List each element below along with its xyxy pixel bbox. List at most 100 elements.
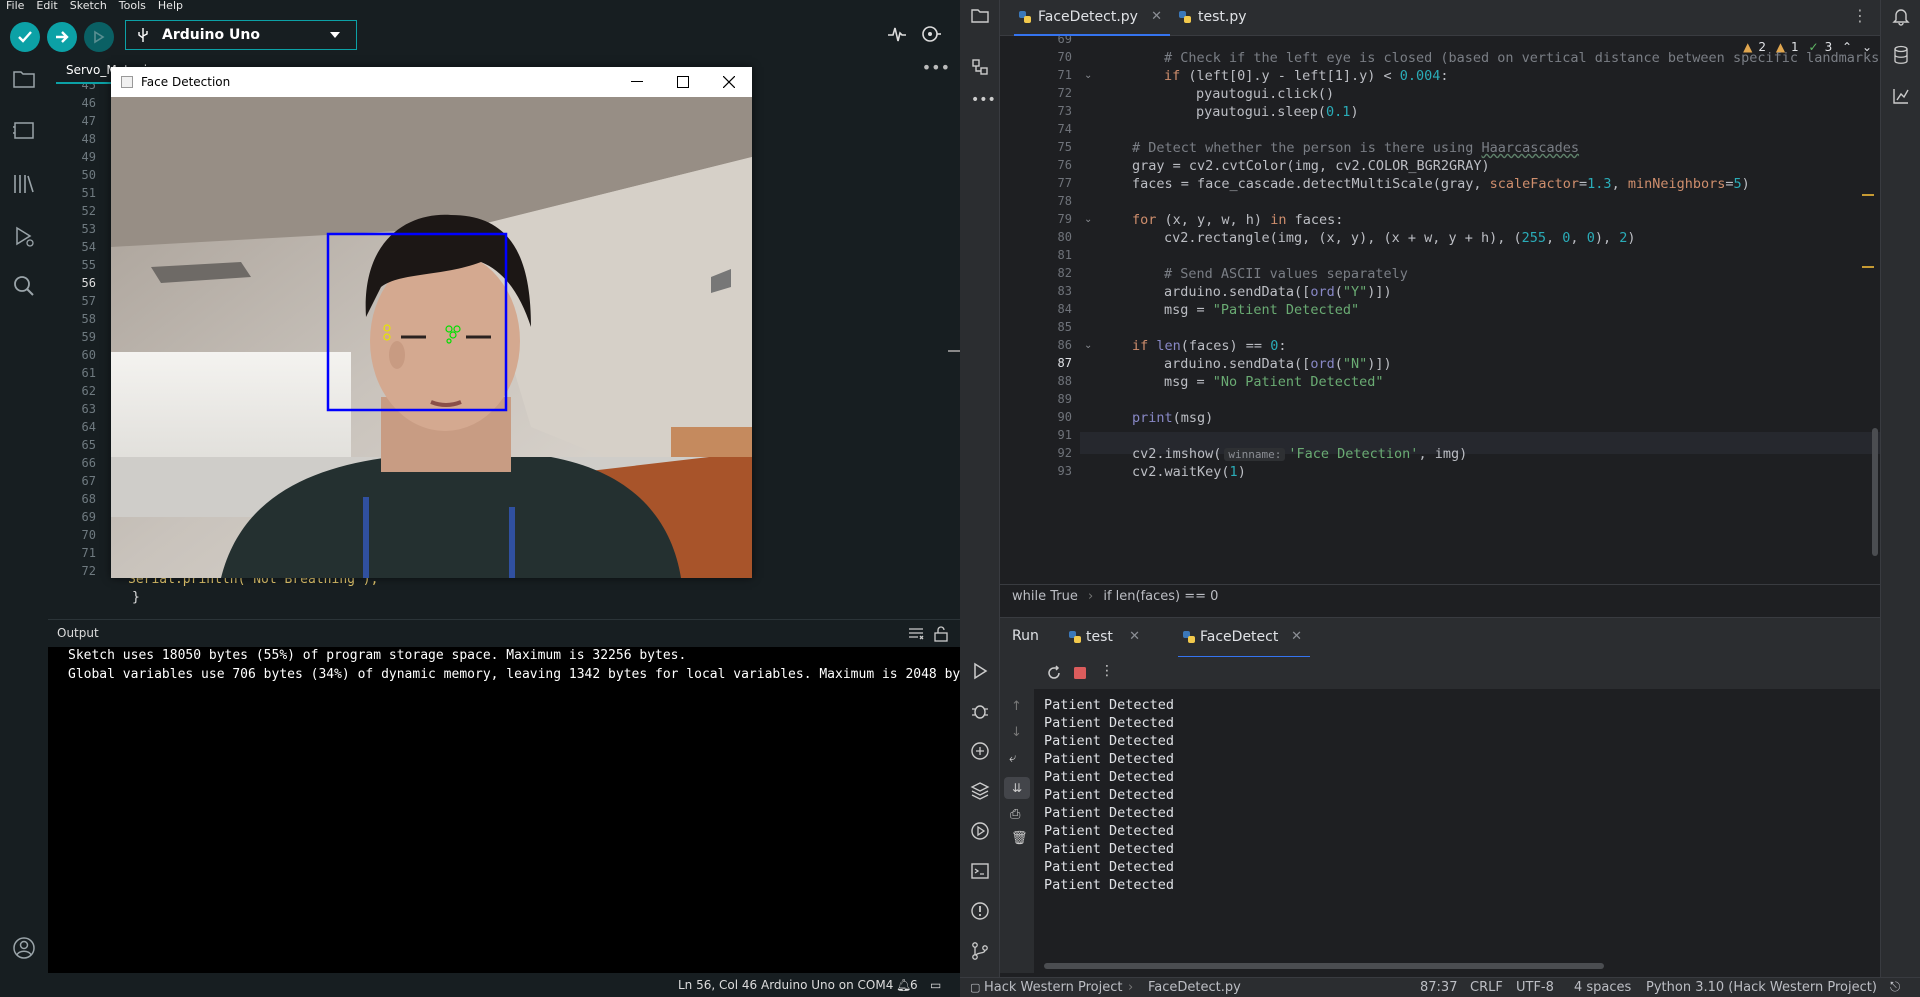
stop-icon[interactable] xyxy=(1072,665,1088,681)
warning-stripe[interactable] xyxy=(1862,266,1874,268)
print-icon[interactable]: ⎙ xyxy=(1010,807,1020,822)
database-icon[interactable] xyxy=(1891,45,1911,65)
close-tab-icon[interactable]: ✕ xyxy=(1291,618,1302,656)
code-token: (faces) == xyxy=(1180,338,1271,354)
menu-sketch[interactable]: Sketch xyxy=(70,0,107,11)
upload-button[interactable] xyxy=(47,22,77,52)
arduino-sidebar xyxy=(0,56,48,997)
status-indent[interactable]: 4 spaces xyxy=(1574,978,1631,997)
close-icon xyxy=(723,76,735,88)
cursor-position[interactable]: Ln 56, Col 46 xyxy=(678,973,757,997)
serial-plotter-icon[interactable] xyxy=(887,24,907,44)
editor-scrollbar[interactable] xyxy=(948,350,960,352)
maximize-button[interactable] xyxy=(660,67,706,97)
trash-icon[interactable]: 🗑︎ xyxy=(1011,831,1028,846)
code-token: minNeighbors xyxy=(1627,176,1726,192)
lock-icon[interactable] xyxy=(934,626,948,642)
notifications-icon[interactable]: 🔔︎ xyxy=(896,973,911,997)
problems-icon[interactable] xyxy=(970,901,990,921)
line-number: 63 xyxy=(81,402,96,416)
menu-tools[interactable]: Tools xyxy=(119,0,146,11)
run-side-toolbar: ↑ ↓ ⤶ ⇊ ⎙ 🗑︎ xyxy=(1000,689,1034,973)
more-icon[interactable]: ••• xyxy=(922,58,950,77)
code-token: gray = cv2.cvtColor(img, cv2.COLOR_BGR2G… xyxy=(1132,158,1490,174)
status-encoding[interactable]: UTF-8 xyxy=(1516,978,1554,997)
code-line-90: print(msg) xyxy=(1132,410,1213,426)
project-icon: ▢ xyxy=(970,981,981,994)
account-icon[interactable] xyxy=(12,936,36,960)
serial-monitor-icon[interactable] xyxy=(920,24,942,44)
arrow-down-icon[interactable]: ↓ xyxy=(1011,725,1022,740)
code-token: : xyxy=(1278,338,1287,354)
warning-stripe[interactable] xyxy=(1862,194,1874,196)
breadcrumb-item[interactable]: if len(faces) == 0 xyxy=(1103,589,1218,604)
scientific-mode-icon[interactable] xyxy=(1891,86,1911,106)
output-console[interactable]: Sketch uses 18050 bytes (55%) of program… xyxy=(48,647,960,973)
window-titlebar[interactable]: Face Detection xyxy=(111,67,752,97)
arrow-up-icon[interactable]: ↑ xyxy=(1011,699,1022,714)
rerun-icon[interactable] xyxy=(1046,665,1062,681)
breadcrumb-item[interactable]: while True xyxy=(1012,589,1078,604)
run-tab-facedetect[interactable]: FaceDetect ✕ xyxy=(1178,618,1310,658)
code-line-72: pyautogui.click() xyxy=(1196,86,1334,102)
fold-icon[interactable]: ⌄ xyxy=(1084,214,1092,225)
more-options-icon[interactable]: ⋮ xyxy=(1100,663,1114,679)
structure-icon[interactable] xyxy=(970,57,990,77)
search-icon[interactable] xyxy=(12,274,36,298)
close-tab-icon[interactable]: ✕ xyxy=(1151,0,1162,34)
fold-icon[interactable]: ⌄ xyxy=(1084,340,1092,351)
run-icon[interactable] xyxy=(970,661,990,681)
tab-facedetect[interactable]: FaceDetect.py ✕ xyxy=(1014,0,1170,36)
clear-output-icon[interactable] xyxy=(908,627,924,641)
tabs-more-icon[interactable]: ⋮ xyxy=(1852,6,1868,25)
panel-toggle-icon[interactable]: ▭ xyxy=(930,973,941,997)
code-token: msg = xyxy=(1164,302,1213,318)
menu-edit[interactable]: Edit xyxy=(36,0,57,11)
run-console-output[interactable]: Patient Detected Patient Detected Patient … xyxy=(1034,689,1880,973)
folder-icon[interactable] xyxy=(12,68,36,90)
status-project[interactable]: Hack Western Project xyxy=(984,978,1122,997)
line-number: 51 xyxy=(81,186,96,200)
menu-file[interactable]: File xyxy=(6,0,24,11)
run-tab-test[interactable]: test ✕ xyxy=(1064,618,1148,658)
console-horizontal-scrollbar[interactable] xyxy=(1044,963,1604,969)
git-icon[interactable] xyxy=(970,941,990,961)
close-button[interactable] xyxy=(706,67,752,97)
soft-wrap-icon[interactable]: ⤶ xyxy=(1009,751,1016,766)
terminal-icon[interactable] xyxy=(970,861,990,881)
pycharm-code-editor[interactable]: 69 70 71 72 73 74 75 76 77 78 79 80 81 82 83 84 85 86 87 88… xyxy=(1000,36,1880,584)
debug-button[interactable] xyxy=(84,22,114,52)
status-interpreter[interactable]: Python 3.10 (Hack Western Project) xyxy=(1646,978,1877,997)
python-console-icon[interactable] xyxy=(970,741,990,761)
board-selector[interactable]: Arduino Uno xyxy=(125,20,357,50)
verify-button[interactable] xyxy=(10,22,40,52)
more-tools-icon[interactable]: ••• xyxy=(971,92,996,108)
project-icon[interactable] xyxy=(970,6,990,26)
services-icon[interactable] xyxy=(970,821,990,841)
fold-icon[interactable]: ⌄ xyxy=(1084,70,1092,81)
status-line-separator[interactable]: CRLF xyxy=(1470,978,1503,997)
boards-manager-icon[interactable] xyxy=(12,120,36,142)
close-tab-icon[interactable]: ✕ xyxy=(1129,618,1140,656)
notifications-icon[interactable] xyxy=(1891,6,1911,26)
editor-scrollbar[interactable] xyxy=(1872,428,1878,556)
code-token: 0.1 xyxy=(1326,104,1351,120)
tab-test[interactable]: test.py xyxy=(1174,0,1274,36)
board-port[interactable]: Arduino Uno on COM4 xyxy=(761,973,893,997)
status-position[interactable]: 87:37 xyxy=(1420,978,1457,997)
line-number: 69 xyxy=(81,510,96,524)
debug-panel-icon[interactable] xyxy=(12,224,36,248)
tab-label: FaceDetect.py xyxy=(1038,9,1138,25)
status-file[interactable]: FaceDetect.py xyxy=(1148,978,1241,997)
output-panel-header: Output xyxy=(48,619,960,647)
debug-icon[interactable] xyxy=(970,701,990,721)
layers-icon[interactable] xyxy=(970,781,990,801)
run-panel-header: Run test ✕ FaceDetect ✕ xyxy=(1000,617,1880,658)
scroll-to-end-icon[interactable]: ⇊ xyxy=(1004,777,1030,799)
menu-help[interactable]: Help xyxy=(158,0,183,11)
lock-icon[interactable]: ⎋ xyxy=(1890,978,1900,997)
minimize-button[interactable] xyxy=(614,67,660,97)
library-icon[interactable] xyxy=(12,172,36,196)
run-output-line: Patient Detected xyxy=(1044,787,1175,803)
arduino-menubar: File Edit Sketch Tools Help xyxy=(0,0,960,12)
